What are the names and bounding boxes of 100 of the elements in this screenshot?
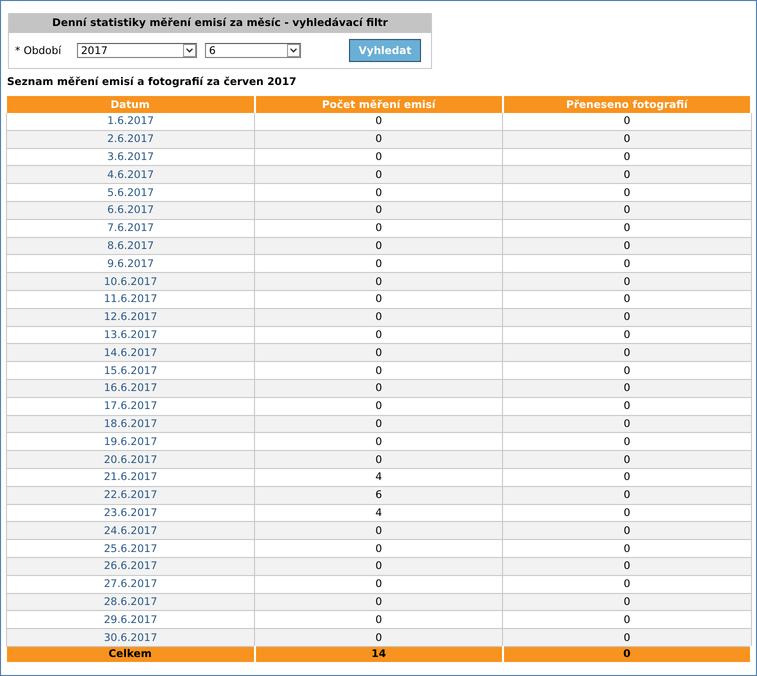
filter-title: Denní statistiky měření emisí za měsíc - vyhledávací filtr: [9, 14, 431, 33]
table-cell: 0: [254, 415, 503, 433]
table-cell: 0: [502, 575, 751, 594]
table-cell: 0: [502, 397, 751, 416]
date-link[interactable]: 6.6.2017: [6, 201, 255, 220]
table-cell: 0: [254, 379, 503, 398]
total-cell: Celkem: [6, 646, 255, 662]
date-link[interactable]: 24.6.2017: [6, 522, 255, 540]
table-cell: 0: [254, 593, 503, 611]
table-cell: 0: [502, 201, 751, 220]
date-link[interactable]: 20.6.2017: [6, 450, 255, 468]
date-link[interactable]: 9.6.2017: [6, 254, 255, 273]
date-link[interactable]: 27.6.2017: [6, 575, 255, 594]
date-link[interactable]: 22.6.2017: [6, 486, 255, 504]
column-header: Přeneseno fotografií: [502, 96, 751, 113]
table-cell: 0: [502, 237, 751, 255]
date-link[interactable]: 10.6.2017: [6, 272, 255, 290]
table-cell: 0: [502, 628, 751, 646]
date-link[interactable]: 18.6.2017: [6, 415, 255, 433]
month-select[interactable]: 6: [205, 43, 301, 58]
date-link[interactable]: 16.6.2017: [6, 379, 255, 398]
date-link[interactable]: 8.6.2017: [6, 237, 255, 255]
table-cell: 0: [254, 237, 503, 255]
table-cell: 0: [502, 362, 751, 380]
table-cell: 0: [254, 326, 503, 344]
date-link[interactable]: 23.6.2017: [6, 504, 255, 522]
table-cell: 0: [502, 379, 751, 398]
date-link[interactable]: 19.6.2017: [6, 432, 255, 451]
table-cell: 0: [254, 397, 503, 416]
table-cell: 6: [254, 486, 503, 504]
table-cell: 0: [502, 290, 751, 308]
table-cell: 0: [254, 450, 503, 468]
table-cell: 0: [502, 113, 751, 130]
table-cell: 0: [502, 415, 751, 433]
date-link[interactable]: 7.6.2017: [6, 219, 255, 238]
table-cell: 4: [254, 504, 503, 522]
date-link[interactable]: 2.6.2017: [6, 130, 255, 148]
date-link[interactable]: 21.6.2017: [6, 468, 255, 486]
date-link[interactable]: 12.6.2017: [6, 308, 255, 326]
period-label: * Období: [15, 44, 62, 56]
total-cell: 14: [254, 646, 503, 662]
caret-icon: [183, 44, 196, 57]
table-cell: 0: [254, 308, 503, 326]
table-cell: 0: [502, 522, 751, 540]
table-cell: 0: [254, 575, 503, 594]
table-cell: 0: [254, 166, 503, 184]
date-link[interactable]: 5.6.2017: [6, 184, 255, 202]
table-cell: 0: [502, 254, 751, 273]
date-link[interactable]: 14.6.2017: [6, 344, 255, 362]
table-cell: 0: [254, 540, 503, 558]
date-link[interactable]: 25.6.2017: [6, 540, 255, 558]
date-link[interactable]: 3.6.2017: [6, 148, 255, 166]
table-cell: 0: [502, 540, 751, 558]
date-link[interactable]: 1.6.2017: [6, 113, 255, 130]
table-cell: 0: [502, 130, 751, 148]
table-cell: 0: [254, 148, 503, 166]
table-cell: 0: [502, 450, 751, 468]
table-cell: 0: [502, 593, 751, 611]
column-header: Počet měření emisí: [254, 96, 503, 113]
table-cell: 0: [502, 486, 751, 504]
year-select[interactable]: 2017: [77, 43, 197, 58]
table-cell: 0: [254, 610, 503, 629]
table-cell: 0: [254, 272, 503, 290]
table-cell: 0: [254, 254, 503, 273]
date-link[interactable]: 4.6.2017: [6, 166, 255, 184]
table-cell: 0: [254, 201, 503, 220]
table-cell: 0: [502, 432, 751, 451]
date-link[interactable]: 15.6.2017: [6, 362, 255, 380]
table-cell: 0: [254, 219, 503, 238]
table-cell: 0: [254, 432, 503, 451]
table-cell: 0: [254, 130, 503, 148]
caret-icon: [287, 44, 300, 57]
date-link[interactable]: 29.6.2017: [6, 610, 255, 629]
table-cell: 0: [502, 344, 751, 362]
list-heading: Seznam měření emisí a fotografií za červen 2017: [7, 76, 298, 90]
date-link[interactable]: 11.6.2017: [6, 290, 255, 308]
date-link[interactable]: 13.6.2017: [6, 326, 255, 344]
table-cell: 0: [502, 148, 751, 166]
table-cell: 0: [254, 628, 503, 646]
table-cell: 0: [254, 557, 503, 576]
table-cell: 0: [502, 468, 751, 486]
table-cell: 0: [254, 290, 503, 308]
table-cell: 0: [502, 308, 751, 326]
table-cell: 0: [502, 326, 751, 344]
table-cell: 0: [502, 166, 751, 184]
date-link[interactable]: 30.6.2017: [6, 628, 255, 646]
table-cell: 0: [502, 504, 751, 522]
table-cell: 0: [254, 362, 503, 380]
table-cell: 0: [502, 610, 751, 629]
table-cell: 0: [502, 219, 751, 238]
table-cell: 0: [502, 184, 751, 202]
total-cell: 0: [502, 646, 751, 662]
table-cell: 0: [502, 557, 751, 576]
date-link[interactable]: 26.6.2017: [6, 557, 255, 576]
table-cell: 0: [254, 522, 503, 540]
table-cell: 0: [502, 272, 751, 290]
date-link[interactable]: 28.6.2017: [6, 593, 255, 611]
date-link[interactable]: 17.6.2017: [6, 397, 255, 416]
column-header: Datum: [6, 96, 255, 113]
table-cell: 0: [254, 184, 503, 202]
